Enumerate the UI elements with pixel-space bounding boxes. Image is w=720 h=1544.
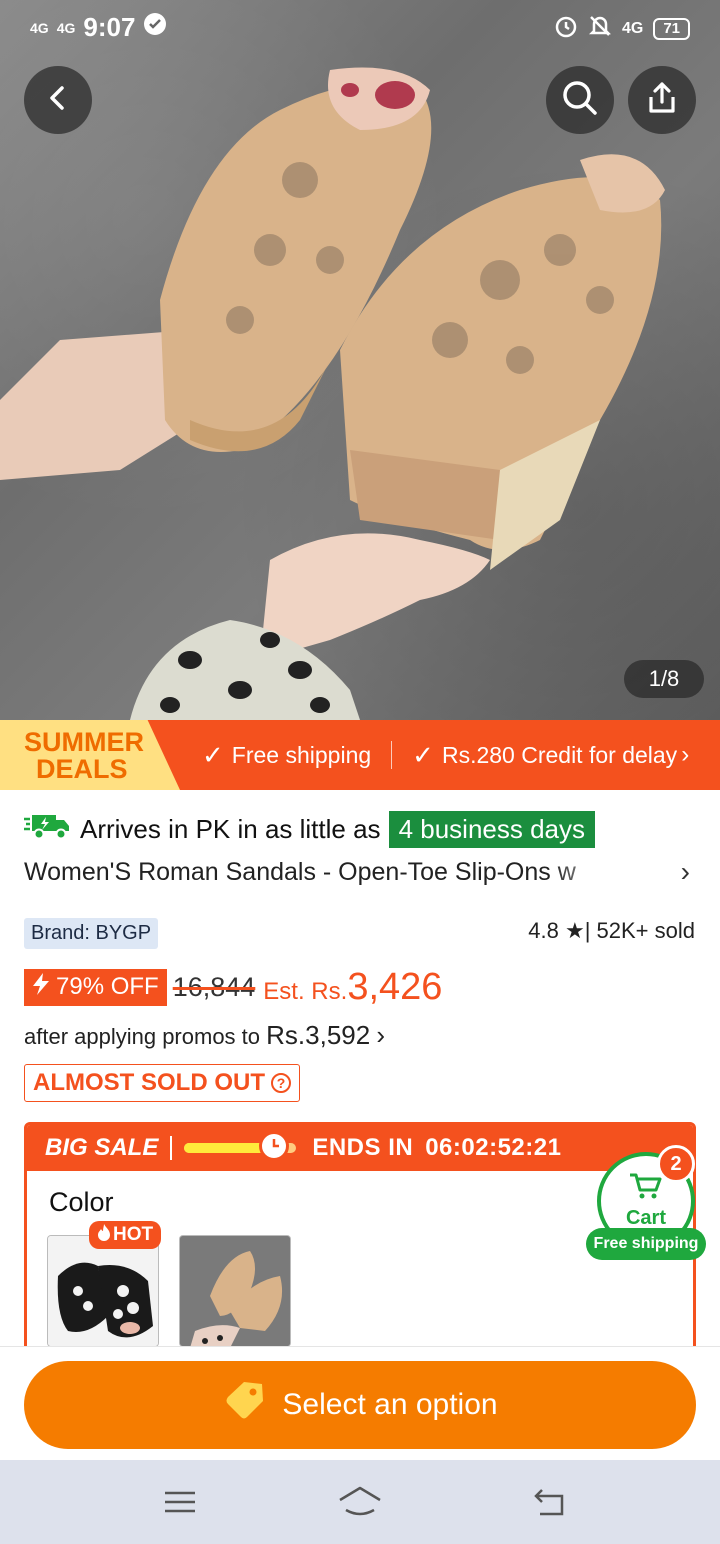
cart-free-shipping-badge: Free shipping	[586, 1228, 706, 1260]
clock: 9:07	[83, 12, 136, 42]
apricot-sandal-thumbnail	[180, 1236, 290, 1346]
product-title-row[interactable]: Women'S Roman Sandals - Open-Toe Slip-On…	[24, 852, 704, 892]
rating-summary[interactable]: 4.8 ★| 52K+ sold	[528, 918, 695, 944]
check-icon: ✓	[202, 739, 224, 770]
product-title: Women'S Roman Sandals - Open-Toe Slip-On…	[24, 857, 576, 886]
delivery-estimate: Arrives in PK in as little as 4 business…	[24, 806, 596, 852]
divider	[391, 741, 393, 769]
summer-deals-line2: DEALS	[36, 754, 128, 784]
image-counter: 1/8	[624, 660, 704, 698]
price-tag-icon	[222, 1379, 266, 1431]
search-icon	[560, 78, 600, 123]
network-indicator-right: 4G	[621, 19, 644, 37]
color-heading: Color	[49, 1187, 114, 1217]
system-navigation-bar	[0, 1460, 720, 1544]
system-back-button[interactable]	[528, 1482, 568, 1527]
original-price: 16,844	[172, 971, 256, 1002]
back-arrow-icon	[43, 83, 73, 118]
color-option-black[interactable]	[47, 1235, 159, 1347]
return-icon	[528, 1489, 568, 1526]
cart-count-badge: 2	[657, 1145, 695, 1183]
perk-free-shipping: Free shipping	[231, 741, 372, 768]
menu-icon	[160, 1491, 200, 1526]
sale-progress-bar	[184, 1131, 297, 1161]
promo-bar[interactable]: SUMMER DEALS ✓ Free shipping ✓ Rs.280 Cr…	[0, 720, 720, 790]
big-sale-label: BIG SALE	[45, 1134, 159, 1161]
chevron-right-icon: ›	[681, 741, 690, 768]
flame-icon	[97, 1223, 111, 1247]
search-button[interactable]	[546, 66, 614, 134]
select-option-label: Select an option	[282, 1388, 498, 1421]
mute-icon	[588, 14, 612, 43]
perk-credit-delay: Rs.280 Credit for delay	[441, 741, 678, 768]
bottom-action-bar: Select an option	[0, 1346, 720, 1460]
hot-badge: HOT	[89, 1221, 162, 1249]
menu-button[interactable]	[160, 1482, 200, 1527]
color-option-apricot[interactable]	[179, 1235, 291, 1347]
product-image-gallery[interactable]: 4G 4G 9:07 4G 71 1/8	[0, 0, 720, 720]
cart-icon	[628, 1172, 664, 1205]
est-value: 3,426	[347, 965, 443, 1008]
back-button[interactable]	[24, 66, 92, 134]
network-indicator-2: 4G	[56, 19, 76, 36]
hot-text: HOT	[113, 1224, 154, 1245]
summer-deals-line1: SUMMER	[24, 727, 144, 757]
promo-perks: ✓ Free shipping ✓ Rs.280 Credit for dela…	[202, 720, 689, 790]
promo-price: Rs.3,592	[266, 1020, 371, 1050]
truck-icon	[24, 811, 70, 848]
divider	[170, 1136, 173, 1160]
status-bar: 4G 4G 9:07 4G 71	[0, 0, 720, 56]
battery-indicator: 71	[653, 17, 690, 40]
share-icon	[644, 80, 680, 121]
estimated-price: Est. Rs.3,426	[263, 966, 442, 1009]
check-icon: ✓	[412, 739, 434, 770]
stock-label: ALMOST SOLD OUT	[33, 1069, 265, 1096]
almost-sold-out-badge[interactable]: ALMOST SOLD OUT ?	[24, 1064, 300, 1102]
alarm-icon	[554, 14, 578, 43]
promo-price-line[interactable]: after applying promos to Rs.3,592 ›	[24, 1020, 385, 1051]
discount-text: 79% OFF	[56, 973, 159, 1000]
share-button[interactable]	[628, 66, 696, 134]
est-label: Est. Rs.	[263, 977, 348, 1005]
delivery-text: Arrives in PK in as little as	[80, 813, 381, 844]
sync-icon	[143, 12, 167, 43]
star-icon: ★	[564, 918, 585, 943]
select-option-button[interactable]: Select an option	[24, 1361, 696, 1449]
promo-text: after applying promos to	[24, 1024, 261, 1049]
network-indicator: 4G	[30, 19, 49, 36]
lightning-icon	[30, 972, 52, 1003]
sale-countdown: 06:02:52:21	[425, 1134, 562, 1161]
home-button[interactable]	[336, 1482, 384, 1527]
clock-icon	[258, 1131, 289, 1161]
delivery-days-badge: 4 business days	[388, 810, 596, 848]
sale-ends-label: ENDS IN	[312, 1134, 414, 1161]
chevron-right-icon: ›	[680, 856, 690, 887]
sold-count: | 52K+ sold	[584, 918, 695, 943]
chevron-right-icon: ›	[376, 1020, 386, 1050]
summer-deals-badge[interactable]: SUMMER DEALS	[0, 720, 180, 790]
brand-badge[interactable]: Brand: BYGP	[24, 918, 159, 949]
black-sandal-thumbnail	[48, 1236, 158, 1346]
big-sale-header: BIG SALE ENDS IN 06:02:52:21	[27, 1125, 693, 1171]
help-icon: ?	[270, 1073, 291, 1093]
discount-badge: 79% OFF	[24, 968, 167, 1006]
cart-label: Cart	[625, 1207, 666, 1229]
home-icon	[336, 1486, 384, 1526]
price-row: 79% OFF 16,844 Est. Rs.3,426	[24, 964, 442, 1010]
rating-value: 4.8	[528, 918, 559, 943]
